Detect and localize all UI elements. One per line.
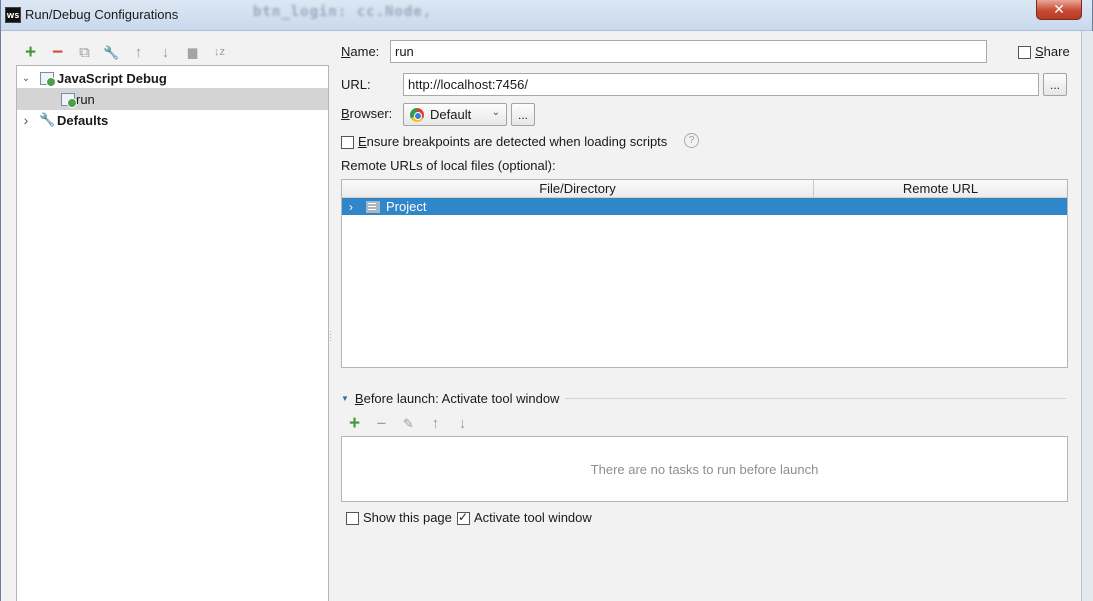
config-tree: ⌄ JavaScript Debug run › 🔧 Defaults — [16, 65, 329, 601]
url-input[interactable] — [403, 73, 1039, 96]
splitter-handle[interactable]: · · · · — [329, 328, 333, 345]
remote-urls-label: Remote URLs of local files (optional): — [341, 158, 556, 173]
copy-config-icon[interactable]: ⧉ — [71, 41, 98, 63]
move-task-up-icon[interactable]: ↑ — [422, 412, 449, 434]
activate-tool-window-label: Activate tool window — [474, 510, 592, 525]
sort-icon[interactable]: ↓z — [206, 41, 233, 63]
close-button[interactable]: ✕ — [1036, 0, 1082, 20]
webstorm-app-icon: WS — [5, 7, 21, 23]
column-header-file-directory[interactable]: File/Directory — [342, 180, 814, 198]
table-header: File/Directory Remote URL — [342, 180, 1067, 198]
title-bar: WS Run/Debug Configurations btn_login: c… — [1, 0, 1092, 31]
move-task-down-icon[interactable]: ↓ — [449, 412, 476, 434]
javascript-debug-icon — [39, 71, 56, 87]
triangle-down-icon[interactable]: ▼ — [341, 394, 349, 403]
remove-config-button[interactable]: − — [44, 41, 71, 63]
chevron-down-icon: ⌄ — [491, 107, 500, 118]
config-toolbar: + − ⧉ 🔧 ↑ ↓ ▆ ↓z — [17, 41, 233, 63]
tree-item-defaults[interactable]: › 🔧 Defaults — [17, 109, 328, 131]
run-config-icon — [60, 92, 77, 108]
tree-item-run[interactable]: run — [17, 88, 328, 110]
tree-item-label: Defaults — [57, 112, 109, 128]
column-header-remote-url[interactable]: Remote URL — [814, 180, 1067, 198]
window-title: Run/Debug Configurations — [25, 7, 179, 22]
url-browse-button[interactable]: ... — [1043, 73, 1067, 96]
move-up-icon[interactable]: ↑ — [125, 41, 152, 63]
before-launch-header[interactable]: ▼ Before launch: Activate tool window — [341, 390, 1066, 406]
empty-tasks-message: There are no tasks to run before launch — [590, 461, 819, 477]
edit-task-icon[interactable]: ✎ — [395, 412, 422, 434]
tree-item-label: run — [76, 91, 95, 107]
section-divider — [565, 397, 1066, 399]
chevron-down-icon[interactable]: ⌄ — [19, 73, 33, 84]
tree-item-javascript-debug[interactable]: ⌄ JavaScript Debug — [17, 67, 328, 89]
share-label: Share — [1035, 44, 1070, 59]
chrome-icon — [410, 107, 424, 122]
browser-select[interactable]: Default ⌄ — [403, 103, 507, 126]
add-task-button[interactable]: + — [341, 412, 368, 434]
name-label: Name: — [341, 44, 380, 59]
remote-urls-table: File/Directory Remote URL › Project — [341, 179, 1068, 368]
background-window-text: btn_login: cc.Node, — [253, 4, 433, 20]
help-icon[interactable]: ? — [684, 133, 699, 148]
edit-defaults-icon[interactable]: 🔧 — [98, 41, 125, 63]
project-folder-icon — [366, 200, 380, 213]
tree-item-label: JavaScript Debug — [57, 70, 167, 86]
wrench-icon: 🔧 — [39, 112, 56, 127]
browser-selected-value: Default — [430, 107, 472, 122]
ensure-breakpoints-checkbox[interactable] — [341, 136, 354, 149]
run-debug-dialog: WS Run/Debug Configurations btn_login: c… — [0, 0, 1093, 601]
ensure-breakpoints-label: Ensure breakpoints are detected when loa… — [358, 134, 668, 149]
remove-task-icon[interactable]: − — [368, 412, 395, 434]
browser-label: Browser: — [341, 106, 393, 121]
browser-browse-button[interactable]: ... — [511, 103, 535, 126]
move-down-icon[interactable]: ↓ — [152, 41, 179, 63]
before-launch-title: Before launch: Activate tool window — [354, 390, 560, 406]
add-config-button[interactable]: + — [17, 41, 44, 63]
window-border — [1081, 31, 1093, 601]
before-launch-toolbar: + − ✎ ↑ ↓ — [341, 412, 476, 434]
url-label: URL: — [341, 77, 371, 92]
table-row[interactable]: › Project — [342, 198, 1067, 215]
before-launch-task-list: There are no tasks to run before launch — [341, 436, 1068, 502]
chevron-right-icon[interactable]: › — [344, 200, 358, 214]
table-row-label: Project — [386, 199, 427, 214]
show-page-label: Show this page — [363, 510, 452, 525]
name-input[interactable] — [390, 40, 987, 63]
folder-icon[interactable]: ▆ — [179, 41, 206, 63]
chevron-right-icon[interactable]: › — [19, 112, 33, 128]
activate-tool-window-checkbox[interactable] — [457, 510, 470, 525]
show-page-checkbox[interactable] — [346, 512, 359, 525]
share-checkbox[interactable] — [1018, 46, 1031, 59]
